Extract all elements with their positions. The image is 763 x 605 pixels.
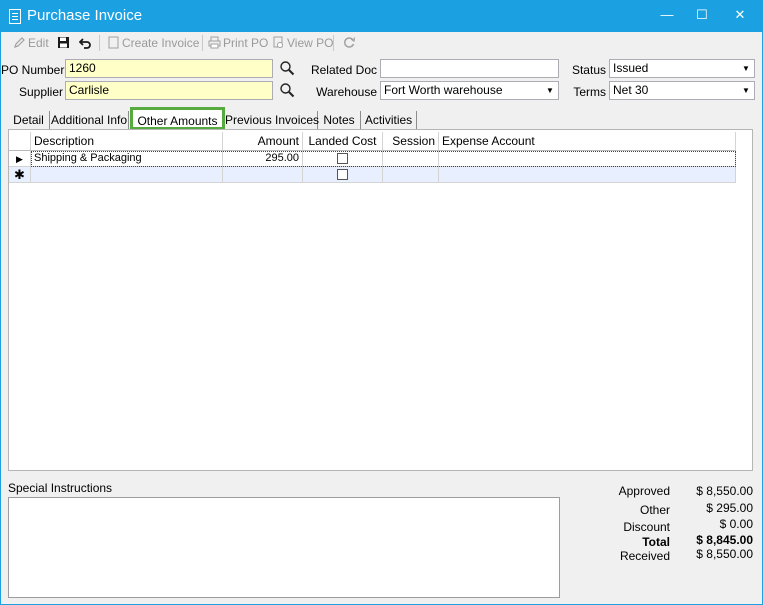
po-number-label: PO Number: [1, 63, 65, 77]
discount-value: $ 0.00: [719, 517, 753, 531]
received-value: $ 8,550.00: [696, 547, 753, 561]
warehouse-select[interactable]: Fort Worth warehouse ▼: [380, 81, 559, 100]
terms-value: Net 30: [613, 83, 649, 97]
supplier-value: Carlisle: [69, 83, 110, 97]
chevron-down-icon[interactable]: ▼: [739, 83, 753, 98]
close-button[interactable]: ✕: [723, 1, 757, 29]
supplier-field[interactable]: Carlisle: [65, 81, 273, 100]
status-label: Status: [571, 63, 606, 77]
approved-label: Approved: [618, 484, 670, 498]
refresh-icon: [344, 37, 356, 48]
new-cell-session[interactable]: [383, 167, 439, 183]
related-doc-field[interactable]: [380, 59, 559, 78]
other-amounts-panel: Description Amount Landed Cost Session E…: [8, 129, 753, 471]
chevron-down-icon[interactable]: ▼: [739, 61, 753, 76]
cell-amount[interactable]: 295.00: [223, 151, 303, 167]
maximize-button[interactable]: ☐: [685, 1, 719, 29]
new-row-indicator: ✱: [9, 167, 31, 183]
special-instructions-field[interactable]: [8, 497, 560, 598]
refresh-button[interactable]: [343, 34, 358, 52]
special-instructions-label: Special Instructions: [8, 481, 113, 495]
warehouse-value: Fort Worth warehouse: [384, 83, 503, 97]
tab-detail[interactable]: Detail: [8, 111, 50, 129]
print-po-label: Print PO: [223, 36, 269, 50]
print-po-button[interactable]: Print PO: [208, 34, 268, 52]
table-row[interactable]: ▶ Shipping & Packaging 295.00: [9, 151, 736, 167]
title-bar[interactable]: Purchase Invoice — ☐ ✕: [1, 1, 762, 32]
tab-previous-invoices[interactable]: Previous Invoices: [225, 111, 319, 129]
status-select[interactable]: Issued ▼: [609, 59, 755, 78]
create-invoice-button[interactable]: Create Invoice: [107, 34, 199, 52]
view-po-button[interactable]: View PO: [272, 34, 333, 52]
printer-icon: [208, 36, 221, 49]
search-icon[interactable]: [279, 82, 295, 98]
supplier-label: Supplier: [18, 85, 63, 99]
undo-icon: [79, 38, 91, 49]
terms-select[interactable]: Net 30 ▼: [609, 81, 755, 100]
total-label: Total: [642, 535, 670, 549]
tab-activities[interactable]: Activities: [361, 111, 417, 129]
view-document-icon: [273, 36, 283, 48]
new-document-icon: [108, 36, 119, 49]
tab-additional-info[interactable]: Additional Info: [50, 111, 129, 129]
cell-description[interactable]: Shipping & Packaging: [31, 151, 223, 167]
column-header-landed-cost[interactable]: Landed Cost: [303, 132, 383, 151]
terms-label: Terms: [573, 85, 606, 99]
landed-cost-checkbox[interactable]: [337, 169, 348, 180]
purchase-invoice-window: Purchase Invoice — ☐ ✕ Edit Create Invoi…: [0, 0, 763, 605]
toolbar: Edit Create Invoice Print PO View PO: [8, 34, 368, 52]
warehouse-label: Warehouse: [316, 85, 377, 99]
po-number-field[interactable]: 1260: [65, 59, 273, 78]
document-icon: [9, 9, 21, 24]
other-value: $ 295.00: [706, 501, 753, 515]
column-header-expense-account[interactable]: Expense Account: [439, 132, 736, 151]
discount-label: Discount: [623, 520, 670, 534]
tab-strip: Detail Additional Info Other Amounts Pre…: [8, 107, 428, 130]
landed-cost-checkbox[interactable]: [337, 153, 348, 164]
cell-session[interactable]: [383, 151, 439, 167]
related-doc-label: Related Doc: [310, 63, 377, 77]
view-po-label: View PO: [287, 36, 334, 50]
column-header-description[interactable]: Description: [31, 132, 223, 151]
column-header-amount[interactable]: Amount: [223, 132, 303, 151]
edit-label: Edit: [28, 36, 49, 50]
save-button[interactable]: [57, 34, 72, 52]
new-cell-description[interactable]: [31, 167, 223, 183]
total-value: $ 8,845.00: [696, 533, 753, 547]
chevron-down-icon[interactable]: ▼: [543, 83, 557, 98]
tab-other-amounts[interactable]: Other Amounts: [130, 107, 225, 130]
tab-notes[interactable]: Notes: [318, 111, 361, 129]
received-label: Received: [619, 549, 670, 563]
minimize-button[interactable]: —: [650, 1, 684, 29]
new-cell-expense-account[interactable]: [439, 167, 736, 183]
column-header-session[interactable]: Session: [383, 132, 439, 151]
row-header-corner: [9, 132, 31, 151]
new-cell-landed-cost[interactable]: [303, 167, 383, 183]
save-icon: [58, 37, 69, 48]
create-invoice-label: Create Invoice: [122, 36, 200, 50]
pencil-icon: [14, 37, 25, 48]
new-cell-amount[interactable]: [223, 167, 303, 183]
other-label: Other: [639, 503, 670, 517]
search-icon[interactable]: [279, 60, 295, 76]
toolbar-separator: [202, 35, 203, 51]
status-value: Issued: [613, 61, 649, 75]
toolbar-separator: [99, 35, 100, 51]
edit-button[interactable]: Edit: [13, 34, 49, 52]
cell-expense-account[interactable]: [439, 151, 736, 167]
new-row[interactable]: ✱: [9, 167, 736, 183]
approved-value: $ 8,550.00: [696, 484, 753, 498]
po-number-value: 1260: [69, 61, 96, 75]
current-row-indicator: ▶: [9, 151, 31, 167]
window-title: Purchase Invoice: [27, 7, 143, 24]
toolbar-separator: [333, 35, 334, 51]
undo-button[interactable]: [79, 34, 94, 52]
cell-landed-cost[interactable]: [303, 151, 383, 167]
